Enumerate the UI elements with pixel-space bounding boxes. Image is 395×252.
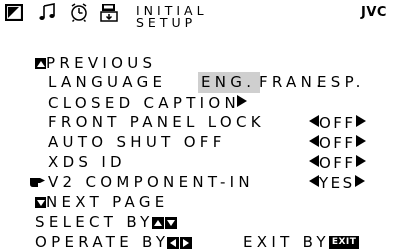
v2-component-in-value[interactable]: YES: [309, 175, 365, 191]
tv-icon[interactable]: [4, 3, 24, 22]
menu-item-previous[interactable]: PREVIOUS: [35, 56, 156, 71]
select-by-label: SELECT BY: [35, 213, 154, 231]
menu-item-front-panel-lock[interactable]: FRONT PANEL LOCK: [48, 115, 265, 130]
clock-icon[interactable]: [69, 2, 89, 23]
operate-by-hint: OPERATE BY: [35, 233, 193, 251]
front-panel-lock-value[interactable]: OFF: [309, 115, 366, 131]
operate-by-label: OPERATE BY: [35, 233, 170, 251]
language-option-esp[interactable]: ESP.: [317, 75, 365, 90]
down-arrow-icon: [35, 197, 46, 208]
menu-item-auto-shut-off[interactable]: AUTO SHUT OFF: [48, 135, 226, 150]
menu-item-next-page[interactable]: NEXT PAGE: [35, 195, 169, 210]
menu-item-xds-id[interactable]: XDS ID: [48, 155, 126, 170]
right-arrow-icon: [354, 175, 365, 187]
down-key-icon: [164, 216, 177, 229]
exit-key-icon: EXIT: [328, 236, 360, 249]
right-key-icon: [180, 236, 193, 249]
save-icon[interactable]: [100, 3, 118, 22]
left-arrow-icon: [309, 115, 319, 127]
xds-id-value[interactable]: OFF: [309, 155, 366, 171]
menu-item-language-label[interactable]: LANGUAGE: [48, 75, 166, 90]
previous-label: PREVIOUS: [46, 54, 157, 72]
right-arrow-icon: [355, 155, 366, 167]
right-arrow-icon: [355, 115, 366, 127]
right-arrow-icon: [355, 135, 366, 147]
left-arrow-icon: [309, 155, 319, 167]
pointing-hand-cursor-icon: [30, 174, 46, 188]
language-option-eng[interactable]: ENG.: [198, 72, 261, 93]
auto-shut-off-value[interactable]: OFF: [309, 135, 366, 151]
menu-item-v2-component-in[interactable]: V2 COMPONENT-IN: [48, 175, 254, 190]
language-option-fran[interactable]: FRAN.: [259, 75, 325, 90]
left-arrow-icon: [309, 135, 319, 147]
up-arrow-icon: [35, 58, 46, 69]
next-page-label: NEXT PAGE: [46, 193, 169, 211]
select-by-hint: SELECT BY: [35, 215, 177, 230]
left-key-icon: [167, 236, 180, 249]
music-note-icon[interactable]: [38, 3, 56, 21]
closed-caption-label: CLOSED CAPTION: [48, 94, 241, 112]
menu-item-closed-caption[interactable]: CLOSED CAPTION: [48, 94, 248, 112]
front-panel-lock-value-text: OFF: [319, 114, 356, 132]
brand-logo: JVC: [361, 5, 387, 20]
header-title-line2: SETUP: [136, 15, 197, 30]
xds-id-value-text: OFF: [319, 154, 356, 172]
auto-shut-off-value-text: OFF: [319, 134, 356, 152]
left-arrow-icon: [309, 175, 319, 187]
exit-by-hint: EXIT BY EXIT: [243, 233, 360, 251]
v2-component-in-value-text: YES: [319, 174, 355, 192]
submenu-arrow-icon: [237, 95, 248, 107]
exit-by-label: EXIT BY: [243, 233, 330, 251]
up-key-icon: [151, 216, 164, 229]
